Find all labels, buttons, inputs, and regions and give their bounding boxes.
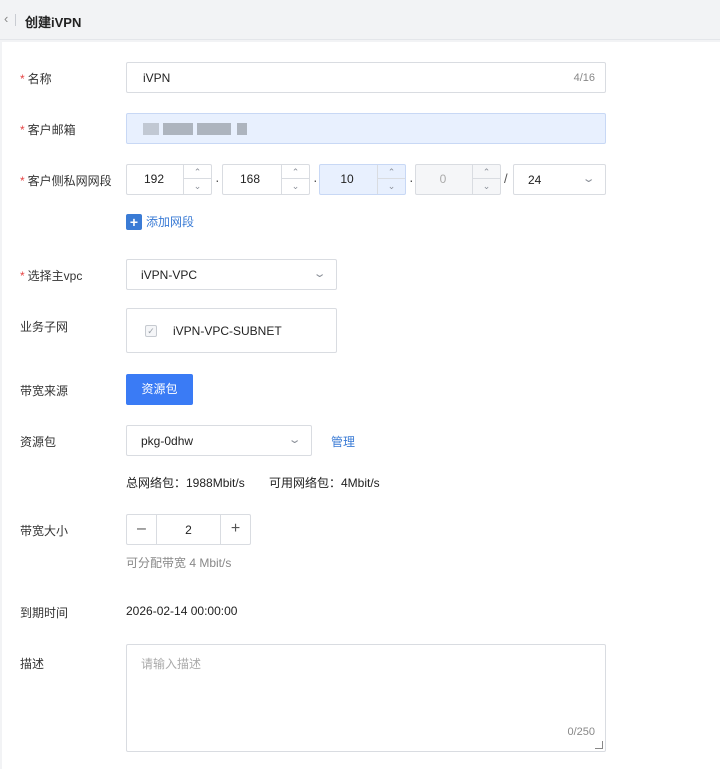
chevron-down-icon: ⌄: [482, 181, 491, 191]
minus-icon[interactable]: –: [127, 515, 157, 544]
ip-octet-2-spin: ⌃ ⌄: [281, 165, 309, 194]
ip-octet-2-stepper[interactable]: 168 ⌃ ⌄: [222, 164, 310, 195]
chevron-down-icon: ⌄: [287, 434, 302, 446]
ip-dot-separator: ·: [409, 172, 414, 188]
add-segment-button[interactable]: + 添加网段: [126, 213, 194, 230]
name-value: iVPN: [143, 71, 171, 85]
ip-octet-2-value: 168: [239, 172, 261, 186]
expire-value: 2026-02-14 00:00:00: [126, 604, 238, 618]
ip-octet-4-value: 0: [439, 172, 447, 186]
ip-octet-1-value: 192: [143, 172, 165, 186]
page-header: ‹ 创建iVPN: [0, 0, 720, 40]
add-segment-label: 添加网段: [146, 215, 195, 229]
description-label: 描述: [20, 657, 45, 671]
ip-octet-1-spin: ⌃ ⌄: [183, 165, 211, 194]
chevron-down-icon[interactable]: ⌄: [282, 179, 309, 193]
required-mark: *: [20, 174, 25, 188]
chevron-up-icon[interactable]: ⌃: [184, 165, 211, 179]
total-package-text: 总网络包：1988Mbit/s: [126, 476, 245, 490]
email-label: * 客户邮箱: [20, 123, 76, 137]
bandwidth-source-label: 带宽来源: [20, 384, 69, 398]
redacted-text: [143, 123, 159, 135]
bandwidth-value: 2: [185, 523, 192, 537]
redacted-text: [163, 123, 193, 135]
vpc-select[interactable]: iVPN-VPC ⌄: [126, 259, 337, 290]
package-value: pkg-0dhw: [141, 434, 194, 448]
ip-dot-separator: ·: [313, 172, 318, 188]
vpc-label: * 选择主vpc: [20, 269, 83, 283]
cidr-label: * 客户侧私网网段: [20, 174, 112, 188]
chevron-up-icon[interactable]: ⌃: [282, 165, 309, 179]
expire-label: 到期时间: [20, 606, 69, 620]
header-divider: [15, 14, 16, 26]
chevron-up-icon: ⌃: [473, 165, 500, 179]
ip-octet-4-stepper: 0 ⌃ ⌄: [415, 164, 501, 195]
email-input[interactable]: [126, 113, 606, 144]
ip-octet-3-stepper[interactable]: 10 ⌃ ⌄: [319, 164, 406, 195]
subnet-label: 业务子网: [20, 320, 69, 334]
ip-octet-4-spin: ⌃ ⌄: [472, 165, 500, 194]
required-mark: *: [20, 72, 25, 86]
mask-value: 24: [528, 173, 542, 187]
name-input[interactable]: iVPN 4/16: [126, 62, 606, 93]
mask-separator: /: [504, 171, 508, 186]
chevron-down-icon: ⌄: [312, 268, 327, 280]
name-label: * 名称: [20, 72, 52, 86]
ip-dot-separator: ·: [215, 172, 220, 188]
chevron-left-icon[interactable]: ‹: [4, 12, 14, 26]
resource-package-button[interactable]: 资源包: [126, 374, 193, 405]
checkbox-checked-disabled: ✓: [145, 325, 157, 337]
description-placeholder: 请输入描述: [141, 657, 202, 671]
required-mark: *: [20, 269, 25, 283]
bandwidth-size-label: 带宽大小: [20, 524, 69, 538]
manage-link[interactable]: 管理: [331, 433, 355, 450]
subnet-value: iVPN-VPC-SUBNET: [173, 324, 282, 338]
mask-select[interactable]: 24 ⌄: [513, 164, 606, 195]
plus-icon: +: [126, 213, 142, 230]
redacted-text: [197, 123, 231, 135]
available-package-text: 可用网络包：4Mbit/s: [269, 476, 380, 490]
description-textarea[interactable]: 请输入描述 0/250: [126, 644, 606, 752]
plus-icon[interactable]: +: [220, 515, 250, 544]
ip-octet-3-value: 10: [340, 172, 354, 186]
chevron-down-icon: ⌄: [581, 173, 596, 185]
bandwidth-hint: 可分配带宽 4 Mbit/s: [126, 556, 232, 570]
chevron-down-icon[interactable]: ⌄: [184, 179, 211, 193]
vpc-value: iVPN-VPC: [141, 268, 198, 282]
description-char-count: 0/250: [567, 726, 595, 738]
package-select[interactable]: pkg-0dhw ⌄: [126, 425, 312, 456]
page-title: 创建iVPN: [25, 15, 82, 30]
required-mark: *: [20, 123, 25, 137]
chevron-up-icon[interactable]: ⌃: [378, 165, 405, 179]
redacted-text: [237, 123, 247, 135]
subnet-box: ✓ iVPN-VPC-SUBNET: [126, 308, 337, 353]
package-label: 资源包: [20, 435, 57, 449]
chevron-down-icon[interactable]: ⌄: [378, 179, 405, 193]
ip-octet-1-stepper[interactable]: 192 ⌃ ⌄: [126, 164, 212, 195]
resize-handle-icon[interactable]: [595, 741, 603, 749]
name-char-count: 4/16: [573, 72, 595, 84]
bandwidth-stepper[interactable]: – 2 +: [126, 514, 251, 545]
ip-octet-3-spin: ⌃ ⌄: [377, 165, 405, 194]
